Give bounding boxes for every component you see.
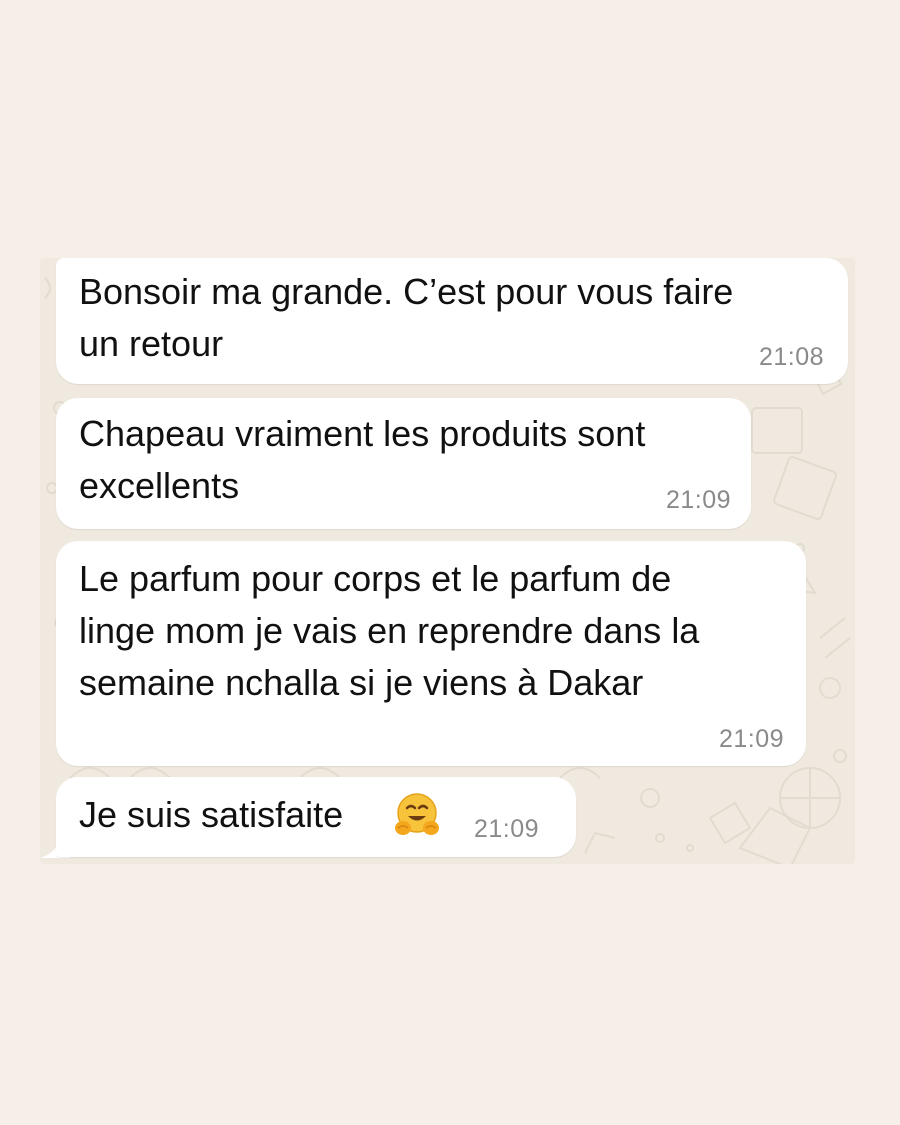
message-bubble[interactable]: Chapeau vraiment les produits sont excel… bbox=[56, 398, 751, 529]
message-bubble[interactable]: Le parfum pour corps et le parfum de lin… bbox=[56, 541, 806, 766]
hugging-face-emoji bbox=[395, 793, 439, 835]
message-timestamp: 21:08 bbox=[758, 343, 824, 371]
message-text: Chapeau vraiment les produits sont excel… bbox=[79, 413, 646, 506]
message-bubble[interactable]: Bonsoir ma grande. C’est pour vous faire… bbox=[56, 258, 848, 384]
message-timestamp: 21:09 bbox=[665, 486, 731, 514]
message-text: Bonsoir ma grande. C’est pour vous faire… bbox=[79, 271, 734, 364]
message-timestamp: 21:09 bbox=[474, 815, 540, 843]
message-text: Le parfum pour corps et le parfum de lin… bbox=[79, 558, 700, 703]
message-text: Je suis satisfaite bbox=[79, 794, 344, 835]
message-timestamp: 21:09 bbox=[718, 725, 784, 753]
message-bubble[interactable]: Je suis satisfaite 21:09 bbox=[56, 777, 576, 857]
